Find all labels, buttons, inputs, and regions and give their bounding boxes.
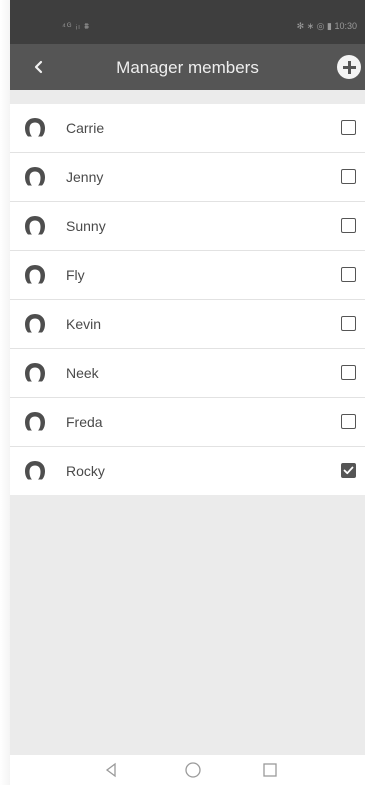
list-item[interactable]: Neek [10, 349, 365, 398]
status-signal-icons: ⁴ᴳ ᵢₗ ⩩ [62, 21, 91, 31]
list-item[interactable]: Rocky [10, 447, 365, 495]
page-title: Manager members [116, 58, 259, 77]
member-checkbox[interactable] [341, 169, 356, 184]
member-list: Carrie Jenny Sunny Fly Kevin Neek Freda Rocky [10, 104, 365, 495]
status-bar: ⁴ᴳ ᵢₗ ⩩ ✻ ∗ ◎ ▮ 10:30 [10, 0, 365, 44]
list-item[interactable]: Sunny [10, 202, 365, 251]
member-name: Sunny [66, 218, 106, 234]
recents-square-icon[interactable] [260, 760, 280, 780]
screen-edge [0, 0, 10, 785]
member-name: Rocky [66, 463, 105, 479]
avatar-icon [25, 265, 45, 284]
avatar-icon [25, 216, 45, 235]
member-name: Jenny [66, 169, 104, 185]
member-checkbox[interactable] [341, 365, 356, 380]
status-battery-clock: ✻ ∗ ◎ ▮ 10:30 [296, 21, 357, 31]
list-item[interactable]: Carrie [10, 104, 365, 153]
avatar-icon [25, 363, 45, 382]
member-name: Kevin [66, 316, 102, 332]
member-name: Neek [66, 365, 99, 381]
member-name: Carrie [66, 120, 105, 136]
system-nav-bar [10, 755, 365, 785]
member-checkbox[interactable] [341, 463, 356, 478]
list-item[interactable]: Fly [10, 251, 365, 300]
member-name: Freda [66, 414, 103, 430]
member-checkbox[interactable] [341, 120, 356, 135]
check-icon [343, 466, 354, 475]
back-triangle-icon[interactable] [102, 760, 122, 780]
member-checkbox[interactable] [341, 267, 356, 282]
member-name: Fly [66, 267, 85, 283]
member-checkbox[interactable] [341, 218, 356, 233]
list-item[interactable]: Kevin [10, 300, 365, 349]
app-bar: Manager members [10, 44, 365, 90]
avatar-icon [25, 167, 45, 186]
list-item[interactable]: Jenny [10, 153, 365, 202]
add-member-button[interactable] [337, 55, 361, 79]
phone-screen: ⁴ᴳ ᵢₗ ⩩ ✻ ∗ ◎ ▮ 10:30 Manager members Ca… [10, 0, 365, 785]
member-checkbox[interactable] [341, 414, 356, 429]
avatar-icon [25, 118, 45, 137]
avatar-icon [25, 461, 45, 480]
member-checkbox[interactable] [341, 316, 356, 331]
home-circle-icon[interactable] [183, 760, 203, 780]
avatar-icon [25, 314, 45, 333]
avatar-icon [25, 412, 45, 431]
list-item[interactable]: Freda [10, 398, 365, 447]
